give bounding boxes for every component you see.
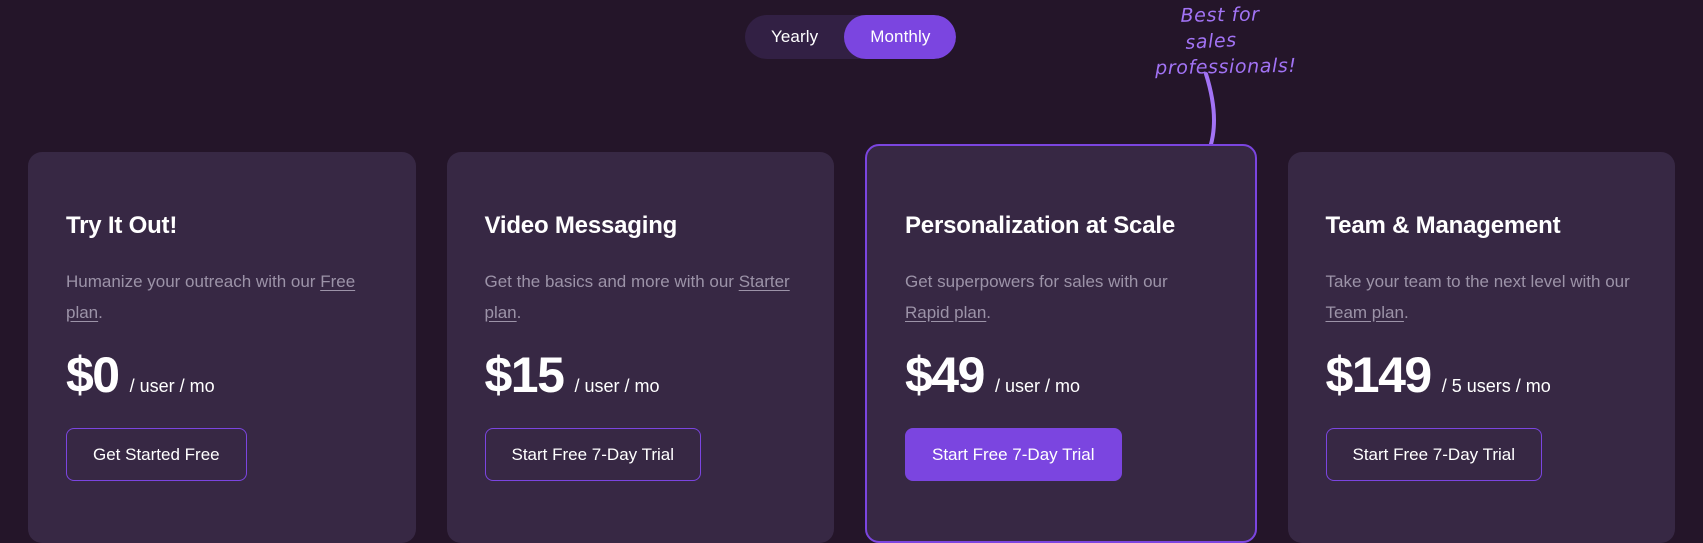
plan-cta-button[interactable]: Start Free 7-Day Trial (484, 428, 701, 481)
plan-description: Take your team to the next level with ou… (1326, 266, 1638, 328)
plan-description-before: Take your team to the next level with ou… (1325, 272, 1630, 291)
toggle-option-monthly[interactable]: Monthly (844, 15, 957, 59)
plan-link[interactable]: Team plan (1326, 303, 1404, 322)
plan-cta-button[interactable]: Start Free 7-Day Trial (905, 428, 1122, 481)
plan-description: Get the basics and more with our Starter… (485, 266, 797, 328)
plan-price-amount: $15 (484, 347, 565, 403)
plan-price-suffix: / user / mo (574, 376, 660, 396)
handwritten-annotation: Best for sales professionals! (1124, 0, 1327, 83)
plan-description-before: Get superpowers for sales with our (905, 272, 1168, 291)
pricing-card-team-and-management: Team & Management Take your team to the … (1287, 152, 1675, 543)
plan-description-after: . (1403, 303, 1409, 322)
plan-link[interactable]: Rapid plan (905, 303, 986, 322)
plan-description: Get superpowers for sales with our Rapid… (905, 266, 1217, 328)
annotation-line-3: professionals! (1154, 54, 1297, 80)
plan-title: Video Messaging (484, 212, 678, 239)
pricing-card-personalization-at-scale: Personalization at Scale Get superpowers… (865, 144, 1257, 543)
plan-description: Humanize your outreach with our Free pla… (66, 266, 378, 328)
toggle-option-yearly[interactable]: Yearly (745, 15, 844, 59)
plan-price-amount: $0 (66, 347, 120, 403)
pricing-card-video-messaging: Video Messaging Get the basics and more … (446, 152, 834, 543)
plan-price-row: $149 / 5 users / mo (1326, 350, 1638, 400)
plan-description-after: . (98, 303, 103, 322)
plan-price-row: $15 / user / mo (485, 350, 797, 400)
plan-price-row: $49 / user / mo (905, 350, 1217, 400)
plan-title: Personalization at Scale (905, 212, 1175, 239)
pricing-cards-row: Try It Out! Humanize your outreach with … (0, 144, 1703, 543)
plan-description-after: . (986, 303, 992, 322)
plan-price-row: $0 / user / mo (66, 350, 378, 400)
annotation-line-2: sales (1184, 29, 1238, 54)
plan-price-amount: $49 (905, 347, 985, 403)
plan-description-before: Humanize your outreach with our (66, 272, 321, 291)
plan-price-amount: $149 (1325, 347, 1433, 403)
plan-price-suffix: / user / mo (994, 376, 1080, 396)
plan-price-suffix: / 5 users / mo (1441, 376, 1551, 396)
annotation-line-1: Best for (1180, 3, 1260, 27)
plan-description-before: Get the basics and more with our (484, 272, 739, 291)
billing-period-toggle[interactable]: Yearly Monthly (745, 15, 957, 59)
plan-description-after: . (516, 303, 522, 322)
plan-title: Team & Management (1325, 212, 1561, 239)
plan-title: Try It Out! (66, 212, 178, 239)
plan-cta-button[interactable]: Get Started Free (66, 428, 247, 481)
pricing-card-try-it-out: Try It Out! Humanize your outreach with … (28, 152, 416, 543)
plan-cta-button[interactable]: Start Free 7-Day Trial (1325, 428, 1542, 481)
plan-price-suffix: / user / mo (129, 376, 215, 396)
